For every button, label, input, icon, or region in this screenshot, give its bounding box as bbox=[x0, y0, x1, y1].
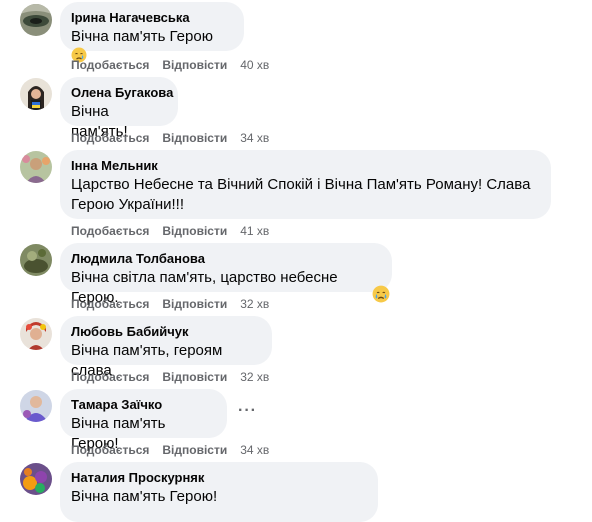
more-options-icon[interactable]: ··· bbox=[238, 402, 257, 420]
avatar[interactable] bbox=[20, 244, 52, 276]
comment-actions: Подобається Відповісти 32 хв bbox=[71, 369, 269, 385]
comment-bubble: Олена Бугакова Вічна пам'ять! bbox=[60, 77, 178, 140]
timestamp[interactable]: 41 хв bbox=[240, 224, 269, 238]
comment-actions: Подобається Відповісти 40 хв bbox=[71, 57, 269, 73]
comment-author[interactable]: Любовь Бабийчук bbox=[71, 324, 260, 340]
comment-actions: Подобається Відповісти 34 хв bbox=[71, 442, 269, 458]
reply-button[interactable]: Відповісти bbox=[162, 58, 227, 72]
comment-bubble: Інна Мельник Царство Небесне та Вічний С… bbox=[60, 150, 551, 219]
comment-bubble: Людмила Толбанова Вічна світла пам'ять, … bbox=[60, 243, 392, 306]
reply-button[interactable]: Відповісти bbox=[162, 443, 227, 457]
avatar[interactable] bbox=[20, 151, 52, 183]
timestamp[interactable]: 32 хв bbox=[240, 370, 269, 384]
comment-text-line: Герою України!!! bbox=[71, 196, 184, 213]
avatar[interactable] bbox=[20, 318, 52, 350]
like-button[interactable]: Подобається bbox=[71, 58, 149, 72]
comment-author[interactable]: Інна Мельник bbox=[71, 158, 539, 174]
comment-text-content: Вічна пам'ять Герою bbox=[71, 28, 213, 45]
comment-bubble: Любовь Бабийчук Вічна пам'ять, героям сл… bbox=[60, 316, 272, 379]
comment-actions: Подобається Відповісти 41 хв bbox=[71, 223, 269, 239]
reply-button[interactable]: Відповісти bbox=[162, 224, 227, 238]
like-button[interactable]: Подобається bbox=[71, 443, 149, 457]
comment-author[interactable]: Людмила Толбанова bbox=[71, 251, 380, 267]
comment-author[interactable]: Наталия Проскурняк bbox=[71, 470, 366, 486]
avatar[interactable] bbox=[20, 4, 52, 36]
avatar[interactable] bbox=[20, 390, 52, 422]
comment-text: Вічна пам'ять Герою! bbox=[71, 488, 218, 505]
comment-author[interactable]: Тамара Заїчко bbox=[71, 397, 215, 413]
avatar[interactable] bbox=[20, 78, 52, 110]
comment-author[interactable]: Олена Бугакова bbox=[71, 85, 173, 101]
comment-text: Царство Небесне та Вічний Спокій і Вічна… bbox=[71, 175, 539, 215]
reply-button[interactable]: Відповісти bbox=[162, 297, 227, 311]
avatar[interactable] bbox=[20, 463, 52, 495]
crying-face-reaction-icon[interactable] bbox=[372, 285, 390, 303]
timestamp[interactable]: 40 хв bbox=[240, 58, 269, 72]
like-button[interactable]: Подобається bbox=[71, 224, 149, 238]
comment-bubble: Ірина Нагачевська Вічна пам'ять Герою bbox=[60, 2, 244, 63]
comment-bubble: Наталия Проскурняк Вічна пам'ять Герою! bbox=[60, 462, 378, 522]
timestamp[interactable]: 34 хв bbox=[240, 131, 269, 145]
reply-button[interactable]: Відповісти bbox=[162, 131, 227, 145]
like-button[interactable]: Подобається bbox=[71, 131, 149, 145]
comment-actions: Подобається Відповісти 34 хв bbox=[71, 130, 269, 146]
comment-bubble: Тамара Заїчко Вічна пам'ять Герою! bbox=[60, 389, 227, 452]
like-button[interactable]: Подобається bbox=[71, 370, 149, 384]
reply-button[interactable]: Відповісти bbox=[162, 370, 227, 384]
timestamp[interactable]: 34 хв bbox=[240, 443, 269, 457]
comment-text-line: Царство Небесне та Вічний Спокій і Вічна… bbox=[71, 176, 531, 193]
comment-actions: Подобається Відповісти 32 хв bbox=[71, 296, 269, 312]
timestamp[interactable]: 32 хв bbox=[240, 297, 269, 311]
like-button[interactable]: Подобається bbox=[71, 297, 149, 311]
comment-author[interactable]: Ірина Нагачевська bbox=[71, 10, 232, 26]
